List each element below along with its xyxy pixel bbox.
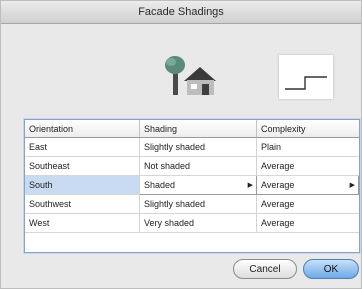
dropdown-arrow-icon[interactable]: ▶ — [248, 181, 253, 189]
shading-cell[interactable]: Not shaded — [139, 156, 257, 176]
shading-dropdown[interactable]: Shaded ▶ — [139, 175, 257, 195]
table-row[interactable]: Southwest Slightly shaded Average — [25, 194, 359, 214]
shading-profile-preview — [279, 55, 333, 99]
shading-dropdown-value: Shaded — [144, 180, 176, 190]
complexity-cell[interactable]: Average — [256, 213, 359, 233]
window-title: Facade Shadings — [1, 1, 361, 24]
table-row[interactable]: Southeast Not shaded Average — [25, 156, 359, 176]
complexity-dropdown[interactable]: Average ▶ — [256, 175, 359, 195]
table-row[interactable]: West Very shaded Average — [25, 213, 359, 233]
shading-cell[interactable]: Slightly shaded — [139, 194, 257, 214]
dropdown-arrow-icon[interactable]: ▶ — [350, 181, 355, 189]
step-profile-icon — [285, 76, 327, 90]
tree-and-house-icon — [165, 56, 216, 95]
column-header-complexity[interactable]: Complexity — [256, 120, 359, 138]
orientation-cell: Southwest — [25, 194, 140, 214]
table-row-selected[interactable]: South Shaded ▶ Average ▶ — [25, 175, 359, 195]
shading-cell[interactable]: Very shaded — [139, 213, 257, 233]
column-header-shading[interactable]: Shading — [139, 120, 257, 138]
orientation-cell: Southeast — [25, 156, 140, 176]
complexity-cell[interactable]: Average — [256, 194, 359, 214]
illustration-area — [1, 23, 361, 111]
shading-cell[interactable]: Slightly shaded — [139, 137, 257, 157]
complexity-dropdown-value: Average — [261, 180, 295, 190]
ok-button[interactable]: OK — [303, 259, 359, 279]
facade-shadings-dialog: Facade Shadings Orientation Shading Comp… — [0, 0, 362, 289]
orientation-cell: South — [25, 175, 140, 195]
table-header-row: Orientation Shading Complexity — [25, 120, 359, 138]
column-header-orientation[interactable]: Orientation — [25, 120, 140, 138]
table-row[interactable]: East Slightly shaded Plain — [25, 137, 359, 157]
shading-table: Orientation Shading Complexity East Slig… — [24, 119, 360, 253]
orientation-cell: West — [25, 213, 140, 233]
complexity-cell[interactable]: Average — [256, 156, 359, 176]
orientation-cell: East — [25, 137, 140, 157]
complexity-cell[interactable]: Plain — [256, 137, 359, 157]
cancel-button[interactable]: Cancel — [233, 259, 297, 279]
